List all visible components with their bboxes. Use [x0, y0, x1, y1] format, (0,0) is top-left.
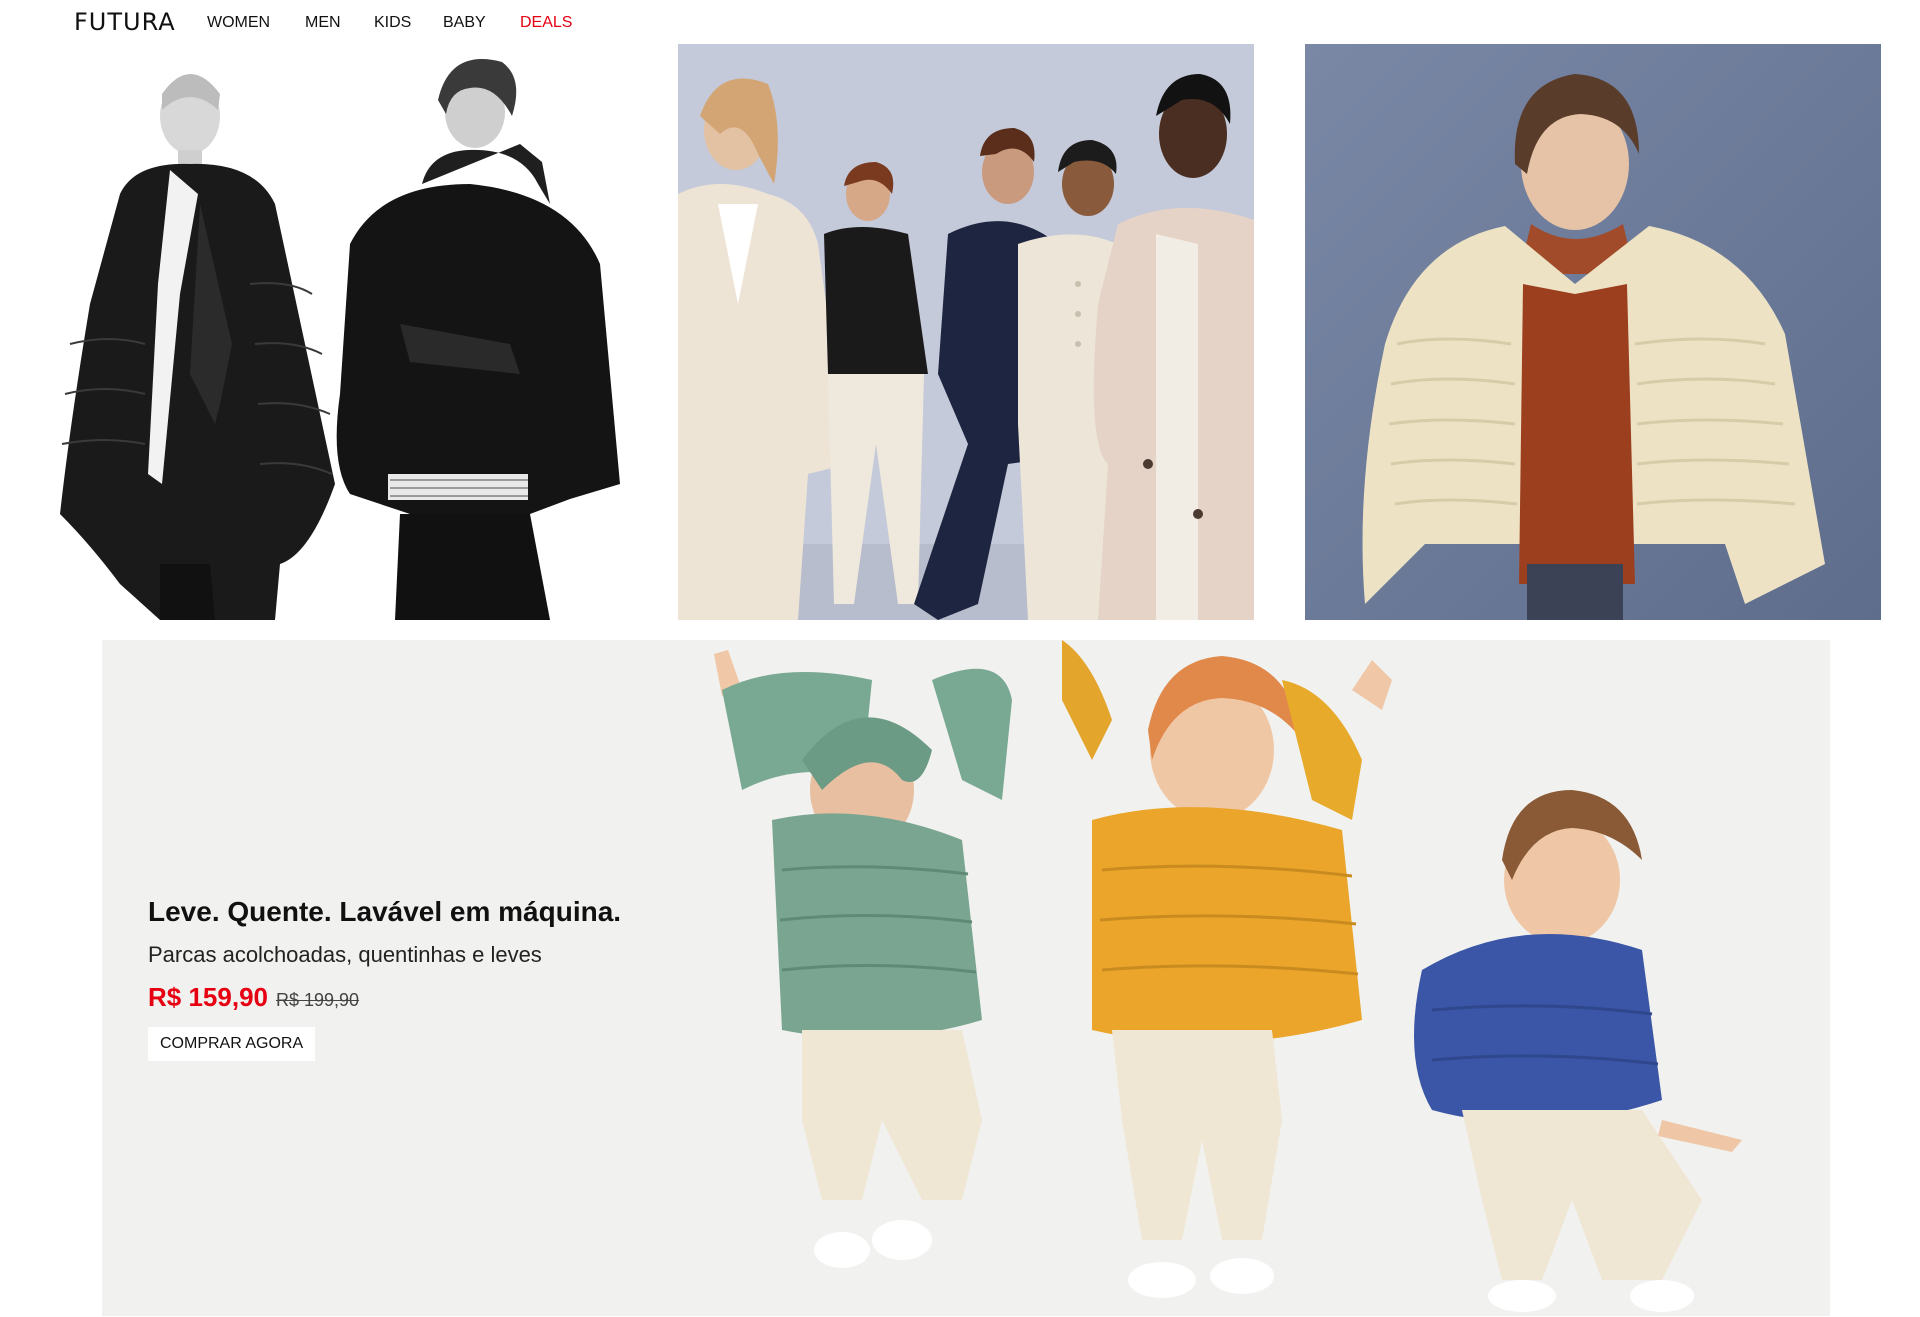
promo-image-black-outerwear	[50, 44, 628, 620]
nav-baby[interactable]: BABY	[443, 14, 486, 32]
promo-image-group-models	[678, 44, 1254, 620]
price-row: R$ 159,90 R$ 199,90	[148, 982, 708, 1013]
top-navigation: FUTURA WOMEN MEN KIDS BABY DEALS	[0, 0, 1920, 44]
hero-banner: Leve. Quente. Lavável em máquina. Parcas…	[102, 640, 1830, 1316]
original-price: R$ 199,90	[275, 990, 360, 1010]
nav-deals[interactable]: DEALS	[520, 14, 572, 32]
shop-now-button[interactable]: COMPRAR AGORA	[148, 1027, 316, 1061]
promo-tile-cream-puffer[interactable]	[1305, 44, 1881, 620]
promo-image-cream-puffer	[1305, 44, 1881, 620]
nav-women[interactable]: WOMEN	[207, 14, 270, 32]
brand-logo[interactable]: FUTURA	[74, 8, 176, 36]
nav-kids[interactable]: KIDS	[374, 14, 411, 32]
hero-headline: Leve. Quente. Lavável em máquina.	[148, 896, 622, 927]
promo-tile-black-outerwear[interactable]	[50, 44, 628, 620]
hero-copy: Leve. Quente. Lavável em máquina. Parcas…	[148, 896, 708, 1061]
promo-tile-group-models[interactable]	[678, 44, 1254, 620]
sale-price: R$ 159,90	[148, 982, 268, 1012]
nav-men[interactable]: MEN	[305, 14, 341, 32]
hero-subheadline: Parcas acolchoadas, quentinhas e leves	[148, 942, 542, 967]
